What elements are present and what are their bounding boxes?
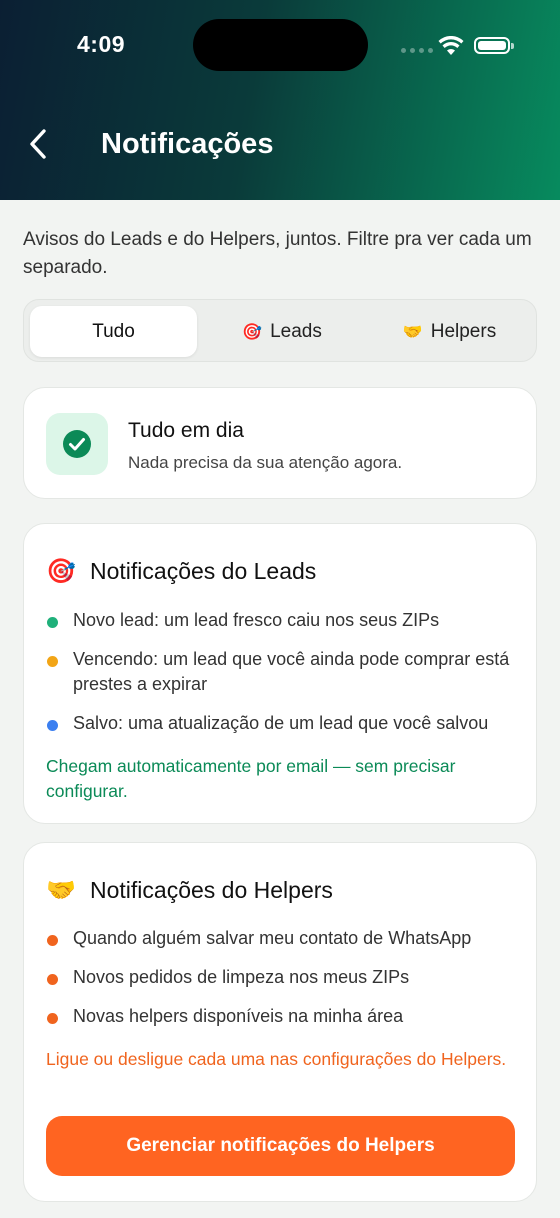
helpers-notifications-card: 🤝 Notificações do Helpers Quando alguém … [23,842,537,1202]
list-item-text: Novas helpers disponíveis na minha área [73,1006,404,1026]
status-time: 4:09 [77,31,126,57]
tab-tudo[interactable]: Tudo [30,306,197,357]
section-title-text: Notificações do Helpers [90,877,333,903]
dynamic-island [193,19,368,71]
page-title: Notificações [101,128,274,160]
list-item: Novas helpers disponíveis na minha área [46,1004,521,1029]
section-title-text: Notificações do Leads [90,558,317,584]
list-item: Quando alguém salvar meu contato de What… [46,926,521,951]
leads-notifications-card: 🎯 Notificações do Leads Novo lead: um le… [23,523,537,824]
orange-dot-icon [47,974,58,985]
leads-note: Chegam automaticamente por email — sem p… [46,756,456,801]
list-item: Novo lead: um lead fresco caiu nos seus … [46,608,521,633]
check-circle-icon [46,413,108,475]
green-dot-icon [47,617,58,628]
wifi-icon [438,36,464,55]
page-subtitle: Avisos do Leads e do Helpers, juntos. Fi… [23,229,532,278]
tab-label: Helpers [430,320,497,342]
back-chevron-icon[interactable] [26,127,50,161]
list-item: Vencendo: um lead que você ainda pode co… [46,647,521,697]
helpers-note: Ligue ou desligue cada uma nas configura… [46,1049,507,1069]
target-icon: 🎯 [46,558,76,585]
tab-label: Tudo [92,320,135,342]
list-item-text: Quando alguém salvar meu contato de What… [73,928,472,948]
list-item: Novos pedidos de limpeza nos meus ZIPs [46,965,521,990]
tab-leads[interactable]: 🎯 Leads [207,306,357,357]
handshake-icon: 🤝 [46,877,76,904]
tab-label: Leads [270,320,322,342]
filter-tabs: Tudo 🎯 Leads 🤝 Helpers [23,299,537,362]
manage-helpers-notifications-button[interactable]: Gerenciar notificações do Helpers [46,1116,515,1176]
status-title: Tudo em dia [128,419,244,442]
blue-dot-icon [47,720,58,731]
all-clear-card: Tudo em dia Nada precisa da sua atenção … [23,387,537,499]
handshake-icon: 🤝 [402,323,423,341]
list-item-text: Novo lead: um lead fresco caiu nos seus … [73,610,440,630]
orange-dot-icon [47,935,58,946]
list-item-text: Salvo: uma atualização de um lead que vo… [73,713,489,733]
leads-section-title: 🎯 Notificações do Leads [46,557,316,586]
list-item-text: Novos pedidos de limpeza nos meus ZIPs [73,967,410,987]
leads-notification-list: Novo lead: um lead fresco caiu nos seus … [46,608,521,736]
helpers-notification-list: Quando alguém salvar meu contato de What… [46,926,521,1029]
list-item: Salvo: uma atualização de um lead que vo… [46,711,521,736]
target-icon: 🎯 [242,323,263,341]
list-item-text: Vencendo: um lead que você ainda pode co… [73,649,510,694]
status-subtitle: Nada precisa da sua atenção agora. [128,453,403,472]
cellular-signal-icon [401,48,433,53]
battery-icon [474,37,514,54]
yellow-dot-icon [47,656,58,667]
helpers-section-title: 🤝 Notificações do Helpers [46,876,333,905]
orange-dot-icon [47,1013,58,1024]
tab-helpers[interactable]: 🤝 Helpers [367,306,532,357]
app-header: 4:09 Notificações [0,0,560,200]
